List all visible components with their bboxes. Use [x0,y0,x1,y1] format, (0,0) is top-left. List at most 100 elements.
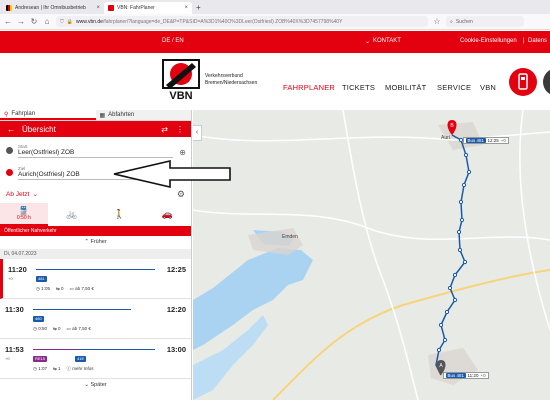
road [193,209,550,241]
changes-count: 1 [58,366,61,371]
ticket-icon: ▭ [66,326,71,331]
line-badge: 460 [33,316,44,322]
route-map[interactable]: B A Emden Auri Bus 481 12:25 +0 Bus 481 … [193,110,550,400]
logo-text: VBN [169,90,192,101]
browser-tabbar: Andresean | Ihr Omnibusbetrieb × VBN: Fa… [0,0,550,14]
back-arrow-icon[interactable]: ← [7,125,15,134]
vbn-favicon-icon [108,5,114,11]
bus-badge-departure[interactable]: Bus 481 11:20 +0 [443,372,489,379]
mode-car[interactable]: 🚗 [143,203,191,226]
search-placeholder: Suchen [455,18,473,25]
delay-indicator: +0 [5,356,10,361]
arrival-time: 12:20 [166,305,186,314]
tab-label: Abfahrten [108,112,135,118]
search-icon: ⌕ [450,18,453,25]
close-icon[interactable]: × [184,5,188,11]
arrival-time: 13:00 [166,345,186,354]
mode-walk[interactable]: 🚶 [96,203,144,226]
route-track [78,349,155,350]
datenschutz-link[interactable]: Datens [528,38,547,44]
vbn-logo[interactable]: VBN [162,59,200,101]
road [342,110,419,400]
new-tab-icon[interactable]: + [192,2,205,14]
home-icon[interactable]: ⌂ [43,17,51,26]
bike-icon: 🚲 [66,209,78,219]
connection-meta: ◷ 1:07 ⇆ 1 ⓘ mehr Infos [33,366,94,372]
kontakt-link[interactable]: KONTAKT [373,38,401,44]
change-icon: ⇆ [52,366,57,371]
locate-icon[interactable]: ⊕ [179,148,186,157]
reload-icon[interactable]: ↻ [30,17,38,26]
map-label-emden: Emden [282,234,298,240]
chevron-down-icon: ⌄ [32,191,38,198]
bus-line-label: Bus 481 [466,138,486,143]
price: ab 7,50 € [72,326,91,331]
bus-delay: +0 [500,138,506,143]
bus-delay: +0 [480,373,486,378]
connection-meta: ◷ 1:05 ⇆ 0 ▭ ab 7,50 € [36,286,94,292]
later-button[interactable]: ⌄ Später [0,379,191,391]
site-topbar: DE / EN ⌄ KONTAKT Cookie-Einstellungen |… [0,31,550,53]
bus-badge-arrival[interactable]: Bus 481 12:25 +0 [463,137,509,144]
start-marker-icon [6,147,13,154]
chevron-down-icon: ⌄ [84,382,89,388]
earlier-button[interactable]: ⌃ Früher [0,236,191,249]
route-icon: ⚲ [4,111,9,118]
more-info: mehr Infos [72,366,94,371]
nav-mobilitaet[interactable]: MOBILITÄT [385,83,426,92]
language-switch[interactable]: DE / EN [162,38,184,44]
route-track [36,269,155,270]
connection-row[interactable]: 11:53 13:00 +0 RE15 41E ◷ 1:07 ⇆ 1 ⓘ meh… [0,339,191,379]
close-icon[interactable]: × [96,5,100,11]
bus-time: 12:25 [487,138,499,143]
menu-button[interactable] [543,68,550,96]
cookie-settings-link[interactable]: Cookie-Einstellungen [460,38,517,44]
bookmark-star-icon[interactable]: ☆ [433,17,441,26]
price: ab 7,50 € [75,286,94,291]
back-icon[interactable]: ← [4,17,12,26]
clock-icon: ◷ [36,286,40,291]
app-button[interactable] [509,68,537,96]
nav-vbn[interactable]: VBN [480,83,496,92]
panel-tabs: ⚲ Fahrplan ▦ Abfahrten [0,110,191,121]
org-line-2: Bremen/Niedersachsen [205,79,258,86]
line-badge: 41E [75,356,87,362]
mode-public-transport[interactable]: 🚆 0:50 h [0,203,48,226]
more-options-icon[interactable]: ⋮ [176,125,184,134]
nav-tickets[interactable]: TICKETS [342,83,375,92]
url-domain: www.vbn.de [76,18,103,25]
connection-row[interactable]: 11:20 12:25 +0 481 ◷ 1:05 ⇆ 0 ▭ ab 7,50 … [0,259,191,299]
line-badge: RE15 [33,356,48,362]
route-track [33,309,131,310]
collapse-panel-icon[interactable]: ‹ [193,125,202,141]
route-stops [436,137,472,353]
info-icon: ⓘ [66,366,72,371]
car-icon: 🚗 [161,209,173,219]
walk-icon: 🚶 [113,209,125,219]
url-bar[interactable]: ⛉ 🔒 www.vbn.de/fahrplaner/?language=de_D… [56,16,428,27]
browser-tab-andresean[interactable]: Andresean | Ihr Omnibusbetrieb × [2,2,104,14]
later-label: Später [90,382,107,388]
nav-service[interactable]: SERVICE [437,83,471,92]
forward-icon[interactable]: → [17,17,25,26]
swap-icon[interactable]: ⇄ [161,125,168,134]
tab-label: Fahrplan [11,111,36,117]
tab-fahrplan[interactable]: ⚲ Fahrplan [0,110,96,120]
nav-fahrplaner[interactable]: FAHRPLANER [283,83,335,92]
mode-bike[interactable]: 🚲 [48,203,96,226]
browser-tab-vbn[interactable]: VBN: FahrPlaner × [104,2,192,14]
browser-search-box[interactable]: ⌕ Suchen [446,16,524,27]
tab-abfahrten[interactable]: ▦ Abfahrten [95,110,191,120]
browser-navbar: ← → ↻ ⌂ ⛉ 🔒 www.vbn.de/fahrplaner/?langu… [0,14,550,30]
settings-gear-icon[interactable]: ⚙ [177,189,185,200]
arrival-time: 12:25 [166,265,186,274]
overview-title: Übersicht [22,124,56,134]
changes-count: 0 [58,326,61,331]
delay-indicator: +0 [8,276,13,281]
connection-meta: ◷ 0:50 ⇆ 0 ▭ ab 7,50 € [33,326,91,332]
rail-track [33,349,78,350]
lock-icon: 🔒 [66,18,73,25]
connection-row[interactable]: 11:30 12:20 460 ◷ 0:50 ⇆ 0 ▭ ab 7,50 € [0,299,191,339]
tab-title: VBN: FahrPlaner [117,5,155,11]
bus-route-481[interactable] [435,134,470,376]
